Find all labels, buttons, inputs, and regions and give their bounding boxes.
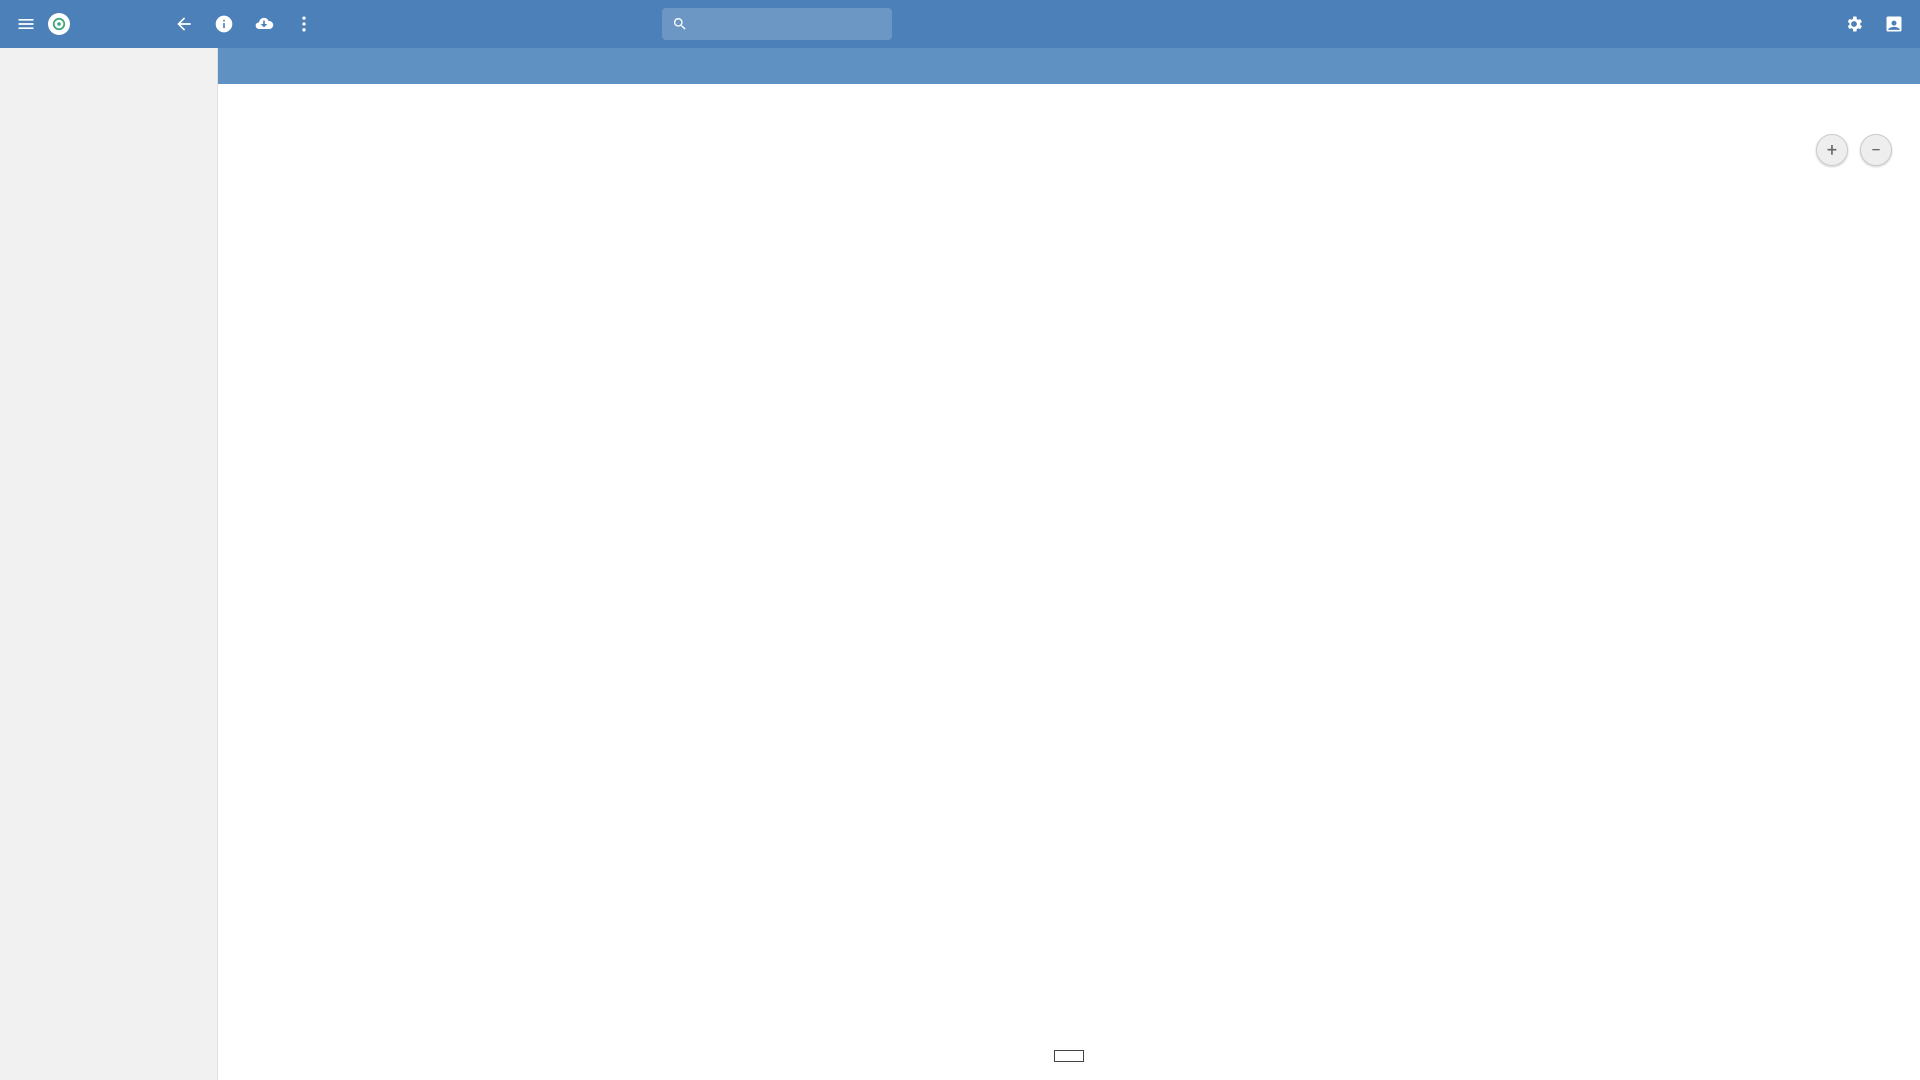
brand [48,13,76,35]
brand-logo-icon [48,13,70,35]
zoom-in-button[interactable]: + [1816,134,1848,166]
plan-area[interactable]: + − [218,84,1920,1080]
gear-icon [1844,14,1864,34]
info-button[interactable] [206,6,242,42]
menu-button[interactable] [8,6,44,42]
settings-button[interactable] [1836,6,1872,42]
main-content: + − [218,48,1920,1080]
plan-drawing [218,84,1920,1080]
hamburger-icon [16,14,36,34]
download-button[interactable] [246,6,282,42]
account-button[interactable] [1876,6,1912,42]
more-button[interactable] [286,6,322,42]
arrow-left-icon [174,14,194,34]
info-icon [214,14,234,34]
back-button[interactable] [166,6,202,42]
topbar [0,0,1920,48]
cloud-download-icon [254,14,274,34]
more-vert-icon [294,14,314,34]
search-box[interactable] [662,8,892,40]
ngl-note-box [1054,1050,1084,1062]
search-input[interactable] [696,16,882,32]
zoom-out-button[interactable]: − [1860,134,1892,166]
account-box-icon [1884,14,1904,34]
search-icon [672,15,688,33]
subheader-bar [218,48,1920,84]
sidebar [0,48,218,1080]
